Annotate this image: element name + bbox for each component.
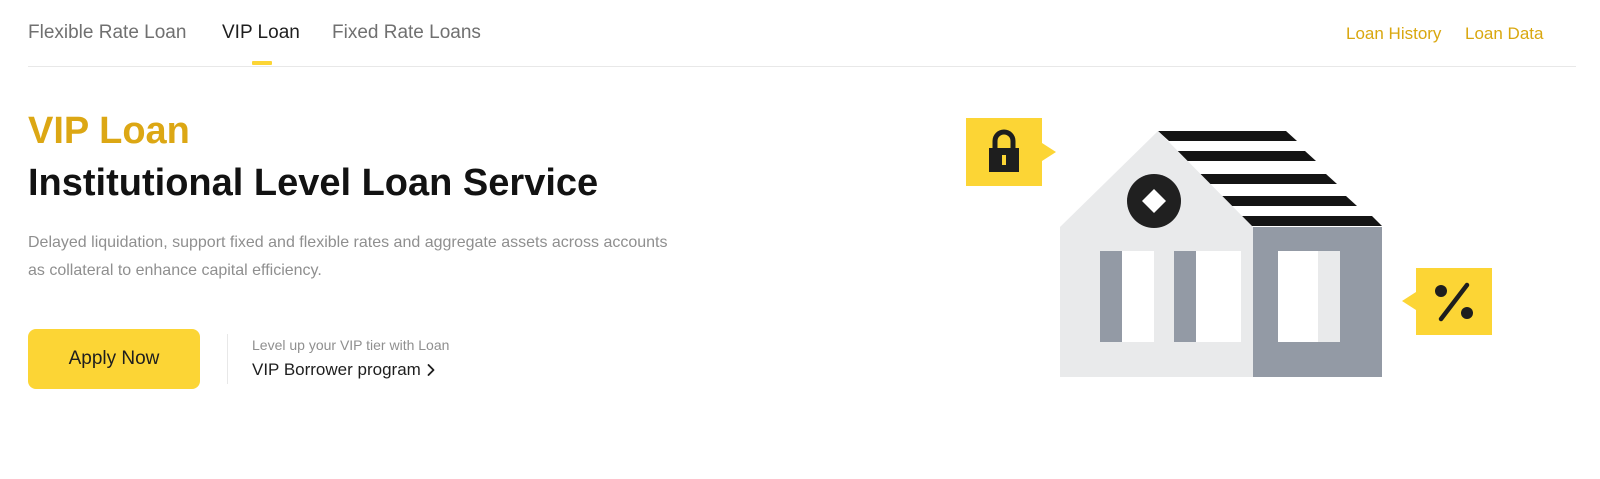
loan-history-link[interactable]: Loan History: [1346, 24, 1441, 44]
vip-loan-page: Flexible Rate Loan VIP Loan Fixed Rate L…: [0, 0, 1600, 479]
vertical-divider: [227, 334, 228, 384]
bank-illustration: [966, 118, 1492, 377]
tab-fixed-rate-loans[interactable]: Fixed Rate Loans: [332, 22, 481, 44]
loan-data-link[interactable]: Loan Data: [1465, 24, 1543, 44]
tab-vip-loan[interactable]: VIP Loan: [222, 22, 300, 44]
vip-borrower-program-link[interactable]: VIP Borrower program: [252, 360, 435, 380]
page-title: Institutional Level Loan Service: [28, 162, 599, 204]
hero-eyebrow: VIP Loan: [28, 110, 190, 152]
apply-now-button[interactable]: Apply Now: [28, 329, 200, 389]
percent-icon: [1402, 268, 1492, 335]
lock-icon: [966, 118, 1056, 186]
vip-borrower-program-label: VIP Borrower program: [252, 360, 421, 379]
chevron-right-icon: [427, 364, 435, 376]
vip-tier-subtitle: Level up your VIP tier with Loan: [252, 337, 450, 353]
tab-flexible-rate-loan[interactable]: Flexible Rate Loan: [28, 22, 186, 44]
bank-building-icon: [1060, 131, 1382, 377]
hero-description: Delayed liquidation, support fixed and f…: [28, 234, 668, 279]
loan-tab-bar: Flexible Rate Loan VIP Loan Fixed Rate L…: [28, 0, 1576, 67]
active-tab-indicator: [252, 61, 272, 65]
